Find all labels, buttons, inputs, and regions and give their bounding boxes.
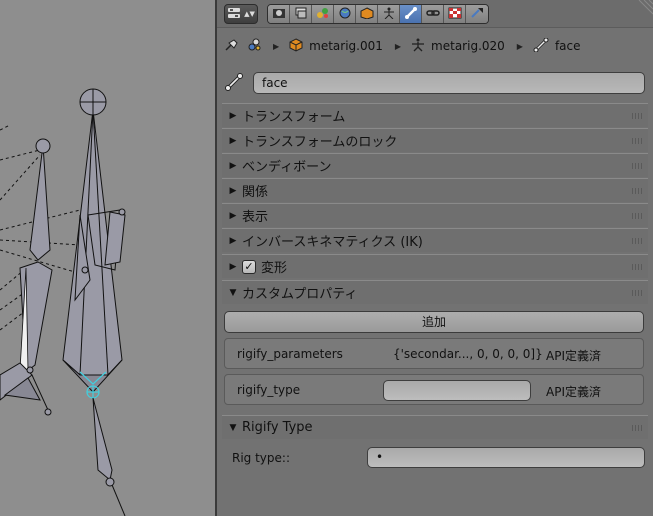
render-context-tab[interactable] [268, 5, 290, 23]
object-icon [289, 37, 303, 55]
breadcrumb-armature-label: metarig.020 [431, 39, 505, 53]
area-corner-icon[interactable] [635, 0, 653, 18]
render-layers-context-tab[interactable] [290, 5, 312, 23]
breadcrumb: ▶ metarig.001 ▶ metarig.020 ▶ face [217, 28, 653, 64]
panel-transform-lock[interactable]: ▶ トランスフォームのロック [222, 128, 648, 152]
panel-title: 関係 [242, 185, 269, 200]
scene-icon [316, 7, 330, 22]
panel-title: カスタムプロパティ [242, 287, 358, 302]
property-name: rigify_parameters [237, 347, 343, 361]
expand-triangle-icon: ▶ [229, 160, 237, 171]
breadcrumb-separator: ▶ [394, 41, 402, 51]
breadcrumb-object-label: metarig.001 [309, 39, 383, 53]
property-rigify-parameters: rigify_parameters {'secondar..., 0, 0, 0… [224, 338, 644, 369]
expand-triangle-icon: ▶ [229, 135, 237, 146]
drag-grip-icon[interactable] [632, 238, 644, 244]
drag-grip-icon[interactable] [632, 264, 644, 270]
drag-grip-icon[interactable] [632, 425, 644, 431]
texture-context-tab[interactable] [444, 5, 466, 23]
collapse-triangle-icon: ▼ [229, 287, 237, 298]
bone-icon [533, 37, 549, 55]
bone-icon [225, 73, 243, 94]
bone-constraints-context-tab[interactable] [422, 5, 444, 23]
panel-rigify-type[interactable]: ▼ Rigify Type [222, 415, 648, 439]
expand-triangle-icon: ▶ [229, 210, 237, 221]
property-api-label: API定義済 [546, 385, 601, 399]
armature-bones-drawing [0, 88, 126, 516]
panel-title: 変形 [261, 261, 288, 276]
panel-display[interactable]: ▶ 表示 [222, 203, 648, 227]
bone-context-tab[interactable] [400, 5, 422, 23]
rig-type-row: Rig type:: • [222, 440, 648, 474]
panel-title: トランスフォームのロック [242, 135, 398, 150]
panel-deform[interactable]: ▶ ✓ 変形 [222, 254, 648, 278]
armature-data-icon [411, 38, 425, 55]
deform-checkbox[interactable]: ✓ [242, 259, 256, 274]
panel-bendy-bones[interactable]: ▶ ベンディボーン [222, 153, 648, 177]
breadcrumb-separator: ▶ [516, 41, 523, 51]
drag-grip-icon[interactable] [632, 163, 644, 169]
expand-triangle-icon: ▶ [229, 110, 237, 121]
bone-icon [404, 6, 418, 22]
3d-viewport[interactable] [0, 0, 215, 516]
custom-properties-body: 追加 rigify_parameters {'secondar..., 0, 0… [222, 305, 648, 412]
world-context-tab[interactable] [334, 5, 356, 23]
checkmark-icon: ✓ [244, 259, 254, 273]
drag-grip-icon[interactable] [632, 113, 644, 119]
properties-header: ▲▼ [217, 0, 653, 28]
modifier-icon [470, 7, 484, 22]
breadcrumb-armature: metarig.020 [411, 38, 505, 55]
panel-title: 表示 [242, 210, 269, 225]
property-api-label: API定義済 [546, 349, 601, 363]
property-value: {'secondar..., 0, 0, 0, 0]} [393, 347, 543, 361]
breadcrumb-bone: face [533, 37, 581, 55]
drag-grip-icon[interactable] [632, 290, 644, 296]
expand-triangle-icon: ▶ [229, 235, 237, 246]
scene-context-tab[interactable] [312, 5, 334, 23]
panel-transform[interactable]: ▶ トランスフォーム [222, 103, 648, 127]
render-layers-icon [294, 7, 308, 22]
breadcrumb-separator: ▶ [273, 41, 280, 51]
breadcrumb-object: metarig.001 [289, 37, 383, 55]
texture-icon [448, 7, 462, 22]
add-property-button[interactable]: 追加 [224, 311, 644, 333]
rig-type-label: Rig type:: [232, 451, 290, 465]
panel-relations[interactable]: ▶ 関係 [222, 178, 648, 202]
chevron-updown-icon: ▲▼ [244, 10, 255, 18]
constraints-icon [425, 7, 440, 22]
panel-title: ベンディボーン [242, 160, 332, 175]
armature-context-tab[interactable] [378, 5, 400, 23]
editor-type-button[interactable]: ▲▼ [224, 4, 258, 24]
object-context-tab[interactable] [356, 5, 378, 23]
context-tabs [267, 4, 489, 24]
pin-icon[interactable] [223, 38, 239, 55]
bone-name-row: face [217, 70, 653, 96]
property-value-field[interactable] [383, 380, 531, 401]
armature-data-icon [382, 7, 396, 22]
drag-grip-icon[interactable] [632, 188, 644, 194]
property-name: rigify_type [237, 383, 301, 397]
render-icon [272, 7, 286, 22]
scene-icon [247, 38, 261, 55]
panel-inverse-kinematics[interactable]: ▶ インバースキネマティクス (IK) [222, 228, 648, 252]
panel-title: トランスフォーム [242, 110, 346, 125]
world-icon [338, 7, 352, 22]
panel-title: Rigify Type [242, 420, 313, 435]
collapse-triangle-icon: ▼ [229, 422, 237, 433]
expand-triangle-icon: ▶ [229, 185, 237, 196]
property-rigify-type: rigify_type API定義済 [224, 374, 644, 405]
drag-grip-icon[interactable] [632, 138, 644, 144]
properties-editor-icon [227, 7, 241, 22]
modifier-context-tab[interactable] [466, 5, 488, 23]
breadcrumb-bone-label: face [554, 39, 581, 53]
properties-editor: ▲▼ ▶ metarig.001 ▶ metarig.020 ▶ face fa… [217, 0, 653, 516]
bone-name-field[interactable]: face [253, 72, 645, 94]
rig-type-field[interactable]: • [367, 447, 645, 468]
drag-grip-icon[interactable] [632, 213, 644, 219]
expand-triangle-icon: ▶ [229, 261, 237, 272]
panel-custom-properties[interactable]: ▼ カスタムプロパティ [222, 280, 648, 304]
object-icon [360, 6, 374, 22]
panel-title: インバースキネマティクス (IK) [242, 235, 423, 250]
